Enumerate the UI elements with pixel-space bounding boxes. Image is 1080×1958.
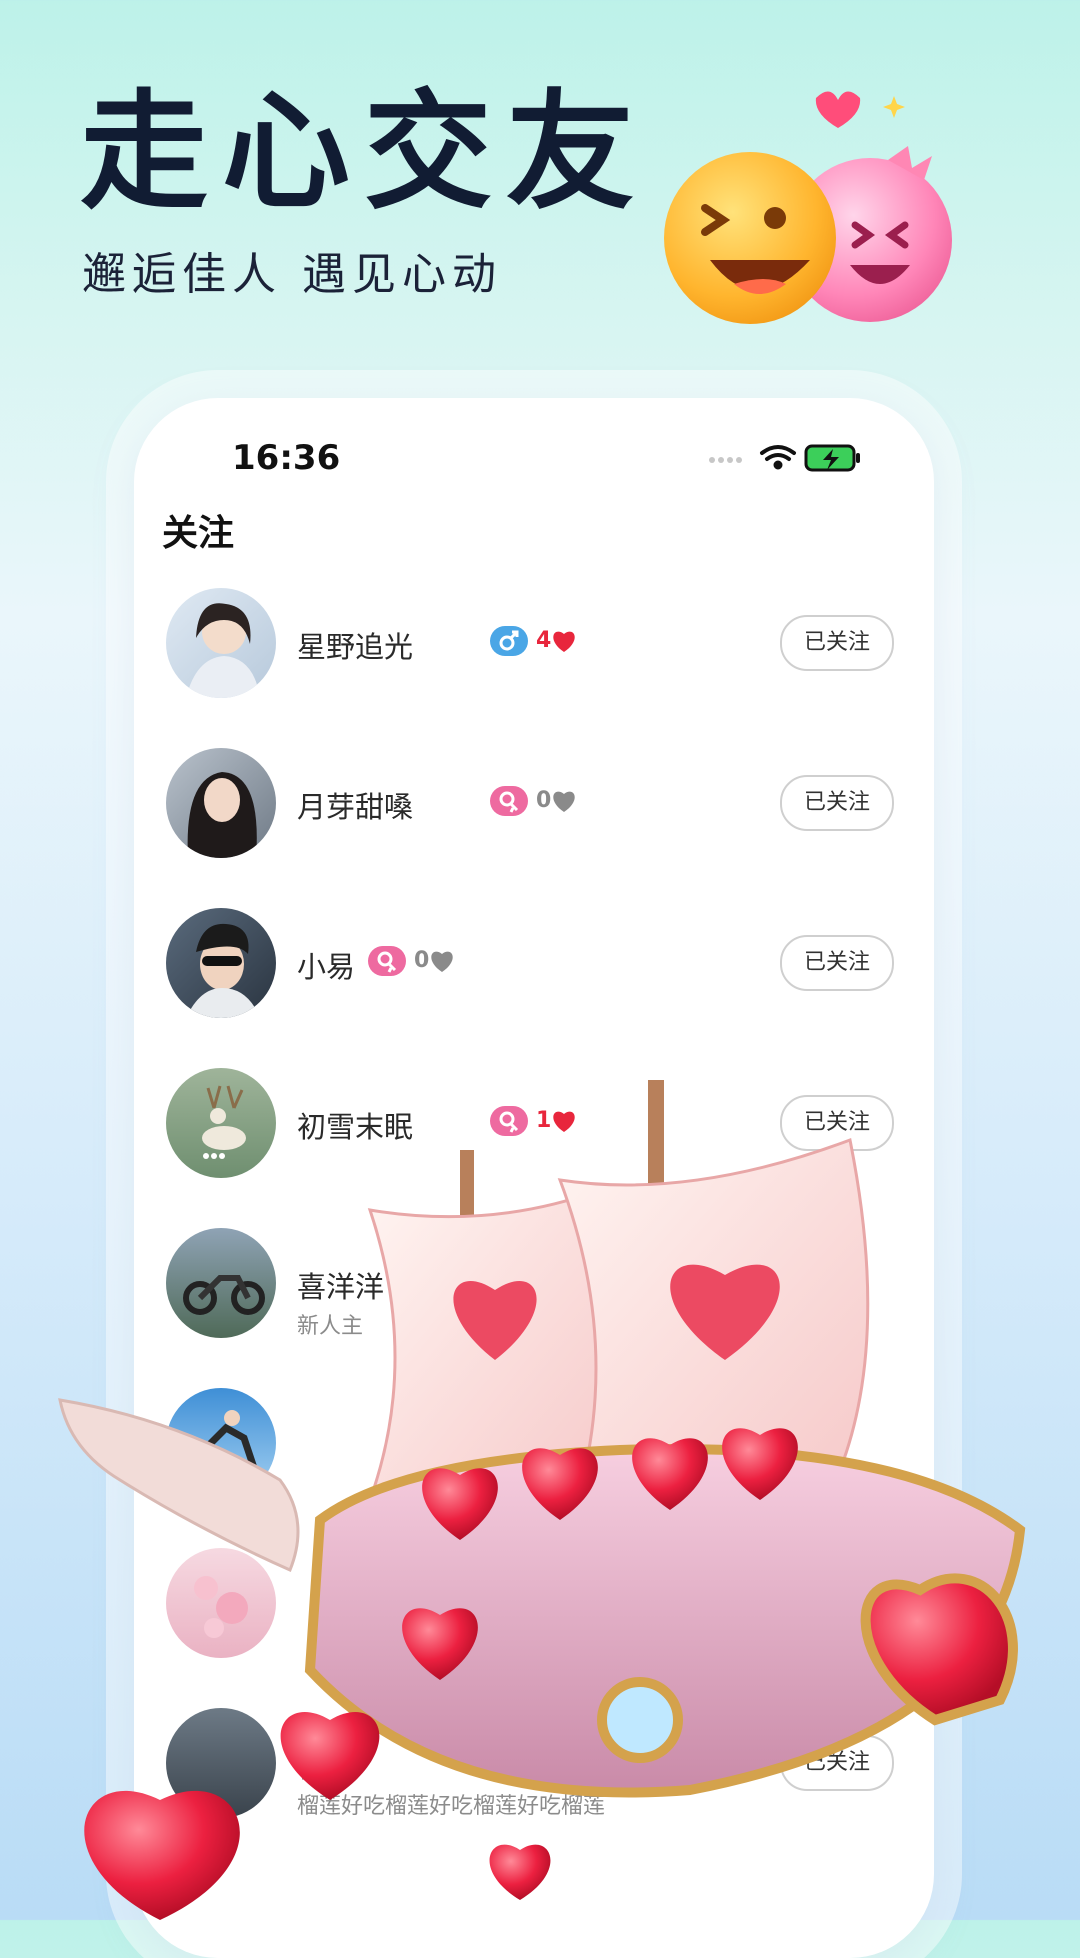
avatar[interactable] [166, 588, 276, 698]
user-name: 喜洋洋 [297, 1270, 385, 1304]
user-name: 星野追光 [297, 630, 414, 664]
user-name: 榴莲 [297, 1750, 356, 1784]
avatar[interactable] [166, 1548, 276, 1658]
page-title: 关注 [162, 513, 235, 554]
followed-button[interactable]: 已关注 [780, 1095, 894, 1151]
avatar[interactable] [166, 1228, 276, 1338]
list-item[interactable]: 榴莲 榴莲好吃榴莲好吃榴莲好吃榴莲 已关注 [134, 1708, 934, 1868]
list-item[interactable]: 月芽甜嗓 0 已关注 [134, 748, 934, 908]
list-item[interactable]: 初雪末眠 1 已关注 [134, 1068, 934, 1228]
follow-list: 星野追光 4 已关注 月芽甜嗓 0 已关注 小易 0 已关注 初雪末眠 1 已关… [134, 588, 934, 1868]
wifi-icon [760, 445, 796, 470]
followed-button[interactable]: 已关注 [780, 935, 894, 991]
female-gender-icon [490, 786, 528, 816]
user-subtitle: 新人主 [297, 1314, 364, 1339]
list-item[interactable] [134, 1388, 934, 1548]
female-gender-icon [490, 1106, 528, 1136]
avatar[interactable] [166, 1708, 276, 1818]
list-item[interactable]: 星野追光 4 已关注 [134, 588, 934, 748]
heart-icon [553, 631, 575, 652]
hero-title: 走心交友 [80, 78, 649, 227]
male-gender-icon [490, 626, 528, 656]
battery-charging-icon [804, 444, 860, 472]
avatar[interactable] [166, 1068, 276, 1178]
signal-dots-icon [709, 457, 742, 463]
avatar[interactable] [166, 1388, 276, 1498]
smiley-emoji-icon [664, 91, 952, 324]
heart-icon [553, 1111, 575, 1132]
list-item[interactable]: 喜洋洋 新人主 [134, 1228, 934, 1388]
hero-subtitle: 邂逅佳人 遇见心动 [82, 249, 502, 300]
status-time: 16:36 [232, 438, 341, 478]
phone-frame: 16:36 关注 星野追光 4 已关注 月芽甜嗓 0 已关注 小易 0 已关注 … [134, 398, 934, 1958]
heart-icon [431, 951, 453, 972]
user-name: 初雪末眠 [297, 1110, 414, 1144]
user-subtitle: 榴莲好吃榴莲好吃榴莲好吃榴莲 [297, 1794, 606, 1819]
user-name: 小易 [297, 950, 356, 984]
female-gender-icon [368, 946, 406, 976]
followed-button[interactable]: 已关注 [780, 775, 894, 831]
user-name: 月芽甜嗓 [297, 790, 414, 824]
status-icons [709, 444, 860, 472]
followed-button[interactable]: 已关注 [780, 1735, 894, 1791]
list-item[interactable]: 小易 0 已关注 [134, 908, 934, 1068]
followed-button[interactable]: 已关注 [780, 615, 894, 671]
heart-icon [553, 791, 575, 812]
avatar[interactable] [166, 748, 276, 858]
list-item[interactable] [134, 1548, 934, 1708]
avatar[interactable] [166, 908, 276, 1018]
